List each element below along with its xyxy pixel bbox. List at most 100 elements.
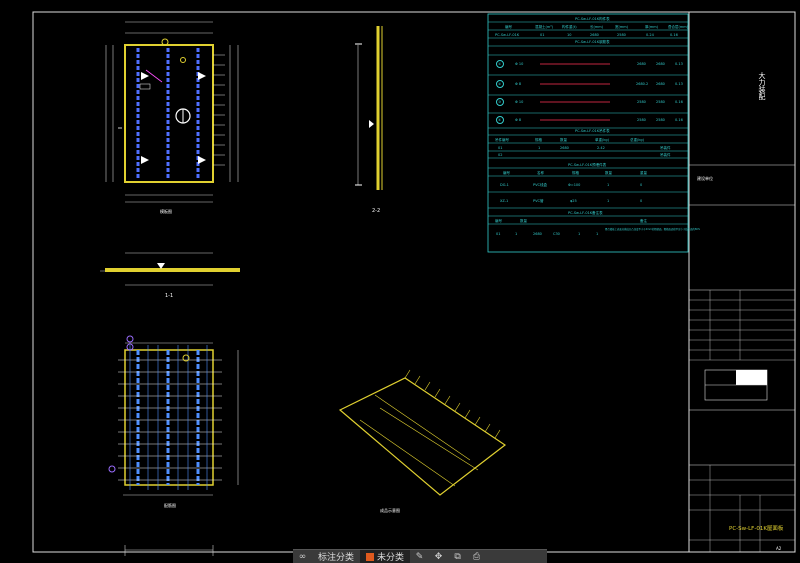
- t2-r2-c0: ③: [498, 100, 501, 104]
- t4-r1-c4: 0: [640, 199, 642, 203]
- t5-h0: 编号: [495, 218, 503, 223]
- t4-h4: 重量: [640, 170, 648, 175]
- t5-r0-c5: 1: [596, 232, 598, 236]
- t1-r2: 10: [567, 33, 571, 37]
- t2-r0-c6: 0.13: [675, 62, 683, 66]
- scale-icon[interactable]: ∞: [296, 551, 309, 562]
- section-2-2-label: 2-2: [372, 208, 380, 214]
- t2-r3-c5: 2580: [656, 118, 665, 122]
- section-1-1-label: 1-1: [165, 293, 173, 299]
- tab-uncategorized-label: 未分类: [377, 553, 405, 563]
- t1-h0: 编号: [505, 24, 513, 29]
- t3-h2: 数量: [560, 137, 568, 142]
- t2-r1-c5: 2680: [656, 82, 665, 86]
- t3-r0-c3: 2.42: [597, 146, 605, 150]
- t2-r0-c3: 2680: [637, 62, 646, 66]
- section-2-2: 2-2: [355, 26, 383, 214]
- print-icon[interactable]: ⎙: [470, 551, 483, 562]
- t4-r0-c0: DG-1: [500, 183, 509, 187]
- t3-r0-c1: 1: [538, 146, 540, 150]
- tab-annotation-category[interactable]: 标注分类: [312, 550, 360, 563]
- t2-r2-c5: 2580: [656, 100, 665, 104]
- t2-r3-c0: ④: [498, 118, 501, 122]
- company-name: 大力装配: [758, 71, 766, 101]
- t5-r0-c0: 01: [496, 232, 500, 236]
- t2-r0-c5: 2680: [656, 62, 665, 66]
- t1-h6: 叠合层(mm): [668, 24, 689, 29]
- layout-tab-bar: ∞ 标注分类 未分类 ✎ ✥ ⧉ ⎙: [293, 549, 547, 563]
- project-label: 建设单位: [697, 175, 713, 181]
- t3-r0-c2: 2680: [560, 146, 569, 150]
- t1-h2: 构件重(t): [562, 24, 577, 29]
- t5-r0-c2: 2680: [533, 232, 542, 236]
- t1-h4: 宽(mm): [615, 24, 629, 29]
- t2-r1-c3: 2680.2: [636, 82, 648, 86]
- t2-title: PC-Sw-LF-01K钢筋表: [575, 39, 610, 44]
- t2-r3-c1: Φ 8: [515, 118, 521, 122]
- plan-view: 模板图: [105, 21, 239, 214]
- t2-r3-c3: 2580: [637, 118, 646, 122]
- t2-r1-c6: 0.13: [675, 82, 683, 86]
- t2-r1-c1: Φ 8: [515, 82, 521, 86]
- tab-uncategorized[interactable]: 未分类: [360, 550, 411, 563]
- t4-h1: 名称: [537, 170, 545, 175]
- uncategorized-swatch-icon: [366, 552, 375, 561]
- t1-h1: 混凝土(m³): [535, 24, 554, 29]
- t2-r2-c6: 0.16: [675, 100, 683, 104]
- t1-h5: 厚(mm): [645, 24, 659, 29]
- tables-area: PC-Sw-LF-01K构件表 编号 混凝土(m³) 构件重(t) 长(mm) …: [487, 13, 701, 253]
- sheet-number: A2: [776, 546, 782, 551]
- cad-drawing-canvas[interactable]: 模板图 2-2 1-1 配筋图 成品示意图 PC-Sw-LF-01K构件表 编号…: [0, 0, 800, 562]
- t3-h1: 规格: [535, 137, 543, 142]
- rebar-view: 配筋图: [108, 335, 239, 508]
- t2-r0-c0: ①: [498, 62, 501, 66]
- t5-title: PC-Sw-LF-01K备注表: [568, 210, 603, 215]
- t5-note: 叠合楼板上表面应做成凹凸深度不小于4mm的粗糙面，粗糙面面积不宜小于结合面的80…: [605, 227, 701, 231]
- title-block: 大力装配 建设单位 PC-Sw-LF-01K屋面板 A2: [689, 71, 795, 552]
- t3-h0: 吊件编号: [495, 137, 509, 142]
- drawing-name: PC-Sw-LF-01K屋面板: [729, 524, 784, 532]
- t3-h3: 单重(kg): [595, 137, 610, 142]
- measure-icon[interactable]: ✎: [413, 551, 426, 562]
- t4-title: PC-Sw-LF-01K预埋件表: [568, 162, 607, 167]
- t4-h3: 数量: [605, 170, 613, 175]
- isometric-view: 成品示意图: [338, 369, 507, 513]
- t3-h4: 总重(kg): [630, 137, 645, 142]
- t3-title: PC-Sw-LF-01K吊件表: [575, 128, 610, 133]
- t1-r0: PC-Sw-LF-01K: [495, 33, 520, 37]
- plan-view-label: 模板图: [160, 208, 172, 214]
- t5-h2: 备注: [640, 218, 648, 223]
- t1-r5: 0.24: [646, 33, 655, 37]
- move-icon[interactable]: ✥: [432, 551, 445, 562]
- t2-r0-c1: Φ 10: [515, 62, 523, 66]
- t5-r0-c3: C30: [553, 232, 560, 236]
- isometric-view-label: 成品示意图: [380, 507, 400, 513]
- t4-h0: 编号: [503, 170, 511, 175]
- t3-r0-c0: 01: [498, 146, 502, 150]
- sheet-outer-frame: [32, 11, 796, 553]
- t4-r1-c3: 1: [607, 199, 609, 203]
- section-1-1: 1-1: [100, 252, 240, 299]
- t3-r1-c0: 02: [498, 153, 502, 157]
- t5-h1: 数量: [520, 218, 528, 223]
- t4-r0-c3: 1: [607, 183, 609, 187]
- t1-title: PC-Sw-LF-01K构件表: [575, 16, 610, 21]
- t4-r1-c2: φ25: [570, 199, 577, 203]
- tab-annotation-category-label: 标注分类: [318, 553, 355, 563]
- t2-r2-c3: 2580: [637, 100, 646, 104]
- t4-r1-c1: PVC管: [533, 198, 544, 203]
- t4-r0-c4: 0: [640, 183, 642, 187]
- t2-r1-c0: ②: [498, 82, 501, 86]
- t1-r6: 0.16: [670, 33, 678, 37]
- t1-r1: 01: [540, 33, 544, 37]
- t3-r0-c4: 吊装件: [660, 145, 671, 150]
- t4-r0-c2: Φ=100: [568, 183, 580, 187]
- t5-r0-c4: 1: [578, 232, 580, 236]
- t2-r2-c1: Φ 10: [515, 100, 523, 104]
- copy-icon[interactable]: ⧉: [451, 551, 464, 562]
- t3-r1-c4: 吊装件: [660, 152, 671, 157]
- t1-r4: 2580: [617, 33, 626, 37]
- t1-h3: 长(mm): [590, 24, 604, 29]
- t4-r0-c1: PVC线盒: [533, 182, 547, 187]
- t2-r3-c6: 0.16: [675, 118, 683, 122]
